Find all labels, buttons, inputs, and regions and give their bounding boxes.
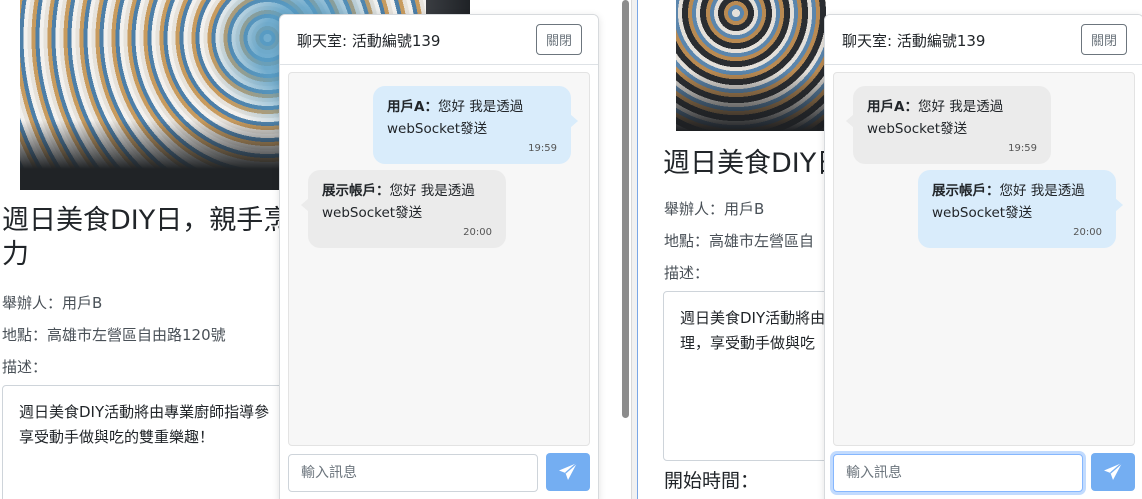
event-description-label: 描述： xyxy=(2,358,48,376)
send-button[interactable] xyxy=(546,453,590,491)
event-organizer: 舉辦人：用戶B xyxy=(664,200,765,218)
message-text-line: webSocket發送 xyxy=(867,121,968,137)
event-title: 週日美食DIY日，親手烹 力 xyxy=(2,204,302,272)
close-chat-button[interactable]: 關閉 xyxy=(1081,24,1127,55)
event-start-time-label: 開始時間： xyxy=(664,470,760,492)
chat-title: 聊天室: 活動編號139 xyxy=(297,32,441,50)
paper-plane-icon xyxy=(1104,462,1123,480)
message-sender: 用戶A： xyxy=(387,99,438,115)
message-time: 20:00 xyxy=(1073,227,1102,238)
message-text: 用戶A：您好 我是透過 xyxy=(867,96,1037,118)
message-body: 您好 我是透過 xyxy=(917,99,1004,115)
event-description-label: 描述： xyxy=(664,264,710,282)
window-border xyxy=(637,0,638,499)
event-location: 地點：高雄市左營區自 xyxy=(664,232,815,250)
photo-shade xyxy=(676,71,826,131)
message-text: 展示帳戶：您好 我是透過 xyxy=(932,180,1102,202)
message-time: 19:59 xyxy=(528,143,557,154)
chat-message-mine: 展示帳戶：您好 我是透過 webSocket發送 20:00 xyxy=(918,170,1123,248)
bubble-tail xyxy=(1115,198,1123,212)
chat-message-theirs: 展示帳戶：您好 我是透過 webSocket發送 20:00 xyxy=(301,170,506,248)
chat-message-mine: 用戶A：您好 我是透過 webSocket發送 19:59 xyxy=(373,86,578,164)
bubble-tail xyxy=(301,198,309,212)
chat-title: 聊天室: 活動編號139 xyxy=(842,32,986,50)
bubble-tail xyxy=(570,114,578,128)
chat-panel: 聊天室: 活動編號139 關閉 用戶A：您好 我是透過 webSocket發送 … xyxy=(279,14,599,499)
event-description-line: 週日美食DIY活動將由 xyxy=(680,309,826,327)
send-button[interactable] xyxy=(1091,453,1135,491)
event-organizer: 舉辦人：用戶B xyxy=(2,294,103,312)
close-chat-button[interactable]: 關閉 xyxy=(536,24,582,55)
left-window: 週日美食DIY日，親手烹 力 舉辦人：用戶B 地點：高雄市左營區自由路120號 … xyxy=(0,0,631,499)
message-text-line: webSocket發送 xyxy=(322,205,423,221)
event-title: 週日美食DIY日 xyxy=(663,148,833,179)
message-time: 19:59 xyxy=(1008,143,1037,154)
chat-header: 聊天室: 活動編號139 關閉 xyxy=(280,15,598,65)
chat-footer xyxy=(280,451,598,499)
event-location: 地點：高雄市左營區自由路120號 xyxy=(2,326,226,344)
event-title-line: 週日美食DIY日，親手烹 xyxy=(2,205,291,236)
message-text: 展示帳戶：您好 我是透過 xyxy=(322,180,492,202)
message-body: 您好 我是透過 xyxy=(999,183,1085,199)
message-body: 您好 我是透過 xyxy=(437,99,524,115)
message-time: 20:00 xyxy=(463,227,492,238)
chat-messages[interactable]: 用戶A：您好 我是透過 webSocket發送 19:59 展示帳戶：您好 我是… xyxy=(288,72,590,446)
chat-panel: 聊天室: 活動編號139 關閉 用戶A：您好 我是透過 webSocket發送 … xyxy=(824,14,1142,499)
paper-plane-icon xyxy=(559,462,578,480)
event-description-line: 週日美食DIY活動將由專業廚師指導參 xyxy=(19,403,270,421)
chat-message-theirs: 用戶A：您好 我是透過 webSocket發送 19:59 xyxy=(846,86,1051,164)
message-text-line: webSocket發送 xyxy=(387,121,488,137)
event-title-line: 力 xyxy=(2,239,29,270)
bubble-tail xyxy=(846,114,854,128)
chat-messages[interactable]: 用戶A：您好 我是透過 webSocket發送 19:59 展示帳戶：您好 我是… xyxy=(833,72,1135,446)
event-photo xyxy=(676,0,826,131)
chat-header: 聊天室: 活動編號139 關閉 xyxy=(825,15,1142,65)
event-description-line: 理，享受動手做與吃 xyxy=(680,334,816,352)
chat-message-input[interactable] xyxy=(833,454,1083,492)
chat-footer xyxy=(825,451,1142,499)
event-description-box: 週日美食DIY活動將由專業廚師指導參 享受動手做與吃的雙重樂趣！ xyxy=(2,385,322,499)
screen: 週日美食DIY日，親手烹 力 舉辦人：用戶B 地點：高雄市左營區自由路120號 … xyxy=(0,0,1142,499)
message-text-line: webSocket發送 xyxy=(932,205,1033,221)
scrollbar-thumb[interactable] xyxy=(622,0,629,418)
message-sender: 用戶A： xyxy=(867,99,918,115)
message-sender: 展示帳戶： xyxy=(322,183,390,199)
message-sender: 展示帳戶： xyxy=(932,183,1000,199)
message-text: 用戶A：您好 我是透過 xyxy=(387,96,557,118)
chat-message-input[interactable] xyxy=(288,454,538,492)
message-body: 您好 我是透過 xyxy=(389,183,475,199)
event-description-line: 享受動手做與吃的雙重樂趣！ xyxy=(19,428,215,446)
